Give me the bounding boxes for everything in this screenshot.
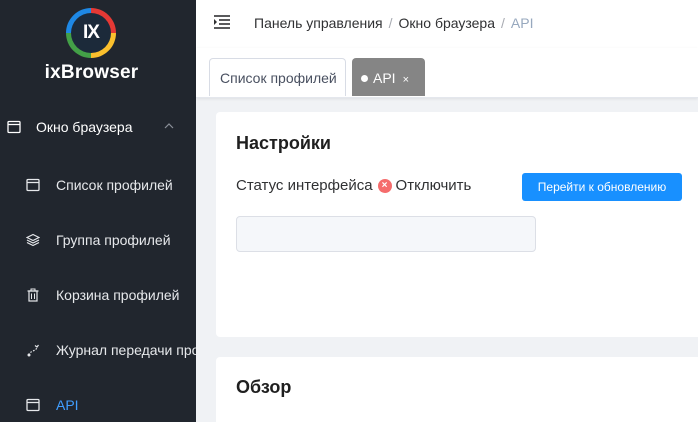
tab-label: API [373,70,396,86]
tab-profile-list[interactable]: Список профилей [209,58,346,96]
tab-api[interactable]: API × [352,58,425,96]
interface-status: Статус интерфейса × Отключить [236,177,471,194]
sidebar-item-api[interactable]: API [0,383,196,422]
trash-icon [27,288,39,302]
window-icon [26,398,40,412]
sidebar-item-transfer-log[interactable]: Журнал передачи про [0,328,196,372]
logo-mark: IX [71,13,111,53]
status-label: Статус интерфейса [236,177,373,194]
close-icon[interactable]: × [403,74,409,86]
api-key-field[interactable] [236,216,536,252]
sidebar-item-profile-group[interactable]: Группа профилей [0,218,196,262]
app-name: ixBrowser [44,62,139,83]
overview-title: Обзор [236,377,292,397]
top-header: Панель управления / Окно браузера / API [196,0,698,48]
window-icon [7,120,21,134]
breadcrumb-separator: / [388,15,393,31]
go-to-update-button[interactable]: Перейти к обновлению [522,173,682,201]
settings-card: Настройки Статус интерфейса × Отключить … [216,112,698,337]
sidebar-item-label: Корзина профилей [56,287,180,303]
window-icon [26,178,40,192]
chevron-up-icon [164,123,174,129]
sidebar-item-label: Список профилей [56,177,173,193]
logo: IX ixBrowser [0,0,196,100]
layers-icon [26,233,40,247]
breadcrumb: Панель управления / Окно браузера / API [254,15,533,31]
sidebar: IX ixBrowser Окно браузера Список профил… [0,0,196,422]
error-circle-icon: × [377,178,392,193]
overview-card: Обзор [216,357,698,422]
breadcrumb-item-browser-window[interactable]: Окно браузера [399,15,495,31]
sidebar-item-label: API [56,397,79,413]
sidebar-item-label: Журнал передачи про [56,342,196,358]
settings-title: Настройки [236,133,331,153]
breadcrumb-separator: / [501,15,505,31]
sidebar-item-profile-trash[interactable]: Корзина профилей [0,273,196,317]
breadcrumb-item-api: API [510,15,534,31]
status-value: Отключить [395,177,472,194]
active-dot-icon [361,75,368,82]
sidebar-group-browser-window[interactable]: Окно браузера [0,105,196,149]
menu-fold-icon[interactable] [213,14,231,30]
tab-label: Список профилей [220,70,337,86]
logo-icon: IX [66,8,116,58]
sidebar-group-label: Окно браузера [36,119,133,135]
breadcrumb-item-dashboard[interactable]: Панель управления [254,15,383,31]
transfer-icon [27,344,39,357]
sidebar-item-profile-list[interactable]: Список профилей [0,163,196,207]
tabs-bar: Список профилей API × [196,48,698,98]
sidebar-item-label: Группа профилей [56,232,171,248]
